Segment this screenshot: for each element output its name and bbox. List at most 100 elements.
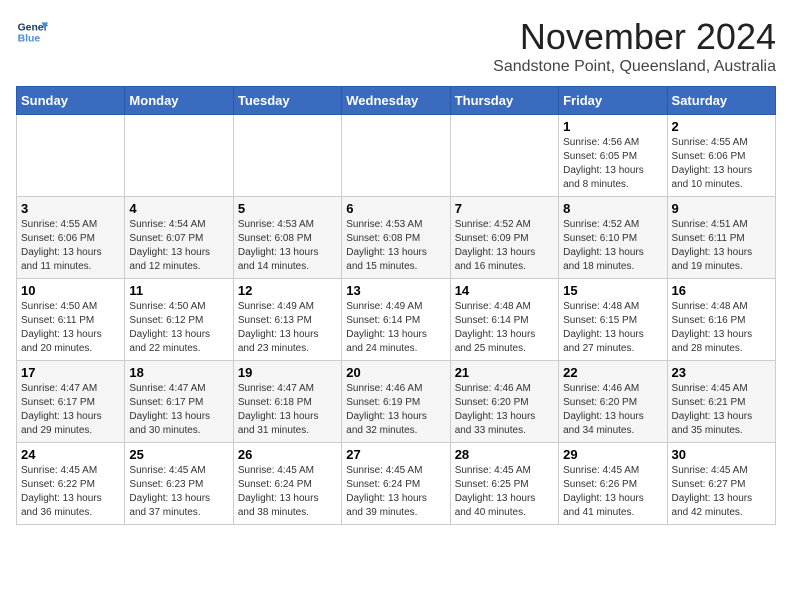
day-number: 30 <box>672 447 771 462</box>
day-info: Sunrise: 4:46 AM Sunset: 6:19 PM Dayligh… <box>346 382 445 438</box>
day-info: Sunrise: 4:49 AM Sunset: 6:13 PM Dayligh… <box>238 300 337 356</box>
calendar-cell <box>342 115 450 197</box>
day-number: 5 <box>238 201 337 216</box>
day-number: 1 <box>563 119 662 134</box>
day-number: 15 <box>563 283 662 298</box>
logo-icon: General Blue <box>16 16 48 48</box>
calendar-cell: 4 Sunrise: 4:54 AM Sunset: 6:07 PM Daylig… <box>125 197 233 279</box>
calendar-cell <box>450 115 558 197</box>
day-info: Sunrise: 4:45 AM Sunset: 6:21 PM Dayligh… <box>672 382 771 438</box>
calendar-cell: 16Sunrise: 4:48 AM Sunset: 6:16 PM Dayli… <box>667 279 775 361</box>
day-info: Sunrise: 4:45 AM Sunset: 6:24 PM Dayligh… <box>238 464 337 520</box>
day-info: Sunrise: 4:56 AM Sunset: 6:05 PM Dayligh… <box>563 136 662 192</box>
calendar-cell: 15Sunrise: 4:48 AM Sunset: 6:15 PM Dayli… <box>559 279 667 361</box>
day-info: Sunrise: 4:51 AM Sunset: 6:11 PM Dayligh… <box>672 218 771 274</box>
day-info: Sunrise: 4:50 AM Sunset: 6:12 PM Dayligh… <box>129 300 228 356</box>
calendar-cell: 14 Sunrise: 4:48 AM Sunset: 6:14 PM Dayli… <box>450 279 558 361</box>
weekday-header-friday: Friday <box>559 87 667 115</box>
day-number: 12 <box>238 283 337 298</box>
calendar-cell: 3 Sunrise: 4:55 AM Sunset: 6:06 PM Daylig… <box>17 197 125 279</box>
day-number: 9 <box>672 201 771 216</box>
calendar-cell: 19Sunrise: 4:47 AM Sunset: 6:18 PM Dayli… <box>233 361 341 443</box>
calendar-cell: 25 Sunrise: 4:45 AM Sunset: 6:23 PM Dayli… <box>125 443 233 525</box>
calendar-cell: 24Sunrise: 4:45 AM Sunset: 6:22 PM Dayli… <box>17 443 125 525</box>
day-number: 11 <box>129 283 228 298</box>
calendar-cell: 10 Sunrise: 4:50 AM Sunset: 6:11 PM Dayli… <box>17 279 125 361</box>
calendar-cell: 5Sunrise: 4:53 AM Sunset: 6:08 PM Daylig… <box>233 197 341 279</box>
day-info: Sunrise: 4:52 AM Sunset: 6:09 PM Dayligh… <box>455 218 554 274</box>
day-info: Sunrise: 4:47 AM Sunset: 6:18 PM Dayligh… <box>238 382 337 438</box>
day-number: 20 <box>346 365 445 380</box>
weekday-header-thursday: Thursday <box>450 87 558 115</box>
weekday-header-wednesday: Wednesday <box>342 87 450 115</box>
day-number: 21 <box>455 365 554 380</box>
day-number: 22 <box>563 365 662 380</box>
day-number: 10 <box>21 283 120 298</box>
calendar-cell: 23 Sunrise: 4:45 AM Sunset: 6:21 PM Dayli… <box>667 361 775 443</box>
calendar-cell: 30 Sunrise: 4:45 AM Sunset: 6:27 PM Dayli… <box>667 443 775 525</box>
day-info: Sunrise: 4:55 AM Sunset: 6:06 PM Dayligh… <box>672 136 771 192</box>
calendar-cell: 18 Sunrise: 4:47 AM Sunset: 6:17 PM Dayli… <box>125 361 233 443</box>
calendar-cell: 26Sunrise: 4:45 AM Sunset: 6:24 PM Dayli… <box>233 443 341 525</box>
weekday-header-monday: Monday <box>125 87 233 115</box>
calendar-cell: 11 Sunrise: 4:50 AM Sunset: 6:12 PM Dayli… <box>125 279 233 361</box>
calendar-cell: 8 Sunrise: 4:52 AM Sunset: 6:10 PM Daylig… <box>559 197 667 279</box>
day-info: Sunrise: 4:50 AM Sunset: 6:11 PM Dayligh… <box>21 300 120 356</box>
calendar-cell: 17 Sunrise: 4:47 AM Sunset: 6:17 PM Dayli… <box>17 361 125 443</box>
calendar-week-2: 3 Sunrise: 4:55 AM Sunset: 6:06 PM Daylig… <box>17 197 776 279</box>
calendar-cell: 13 Sunrise: 4:49 AM Sunset: 6:14 PM Dayli… <box>342 279 450 361</box>
calendar-cell: 7 Sunrise: 4:52 AM Sunset: 6:09 PM Daylig… <box>450 197 558 279</box>
day-info: Sunrise: 4:46 AM Sunset: 6:20 PM Dayligh… <box>455 382 554 438</box>
header: General Blue November 2024 Sandstone Poi… <box>16 16 776 76</box>
calendar-cell: 21 Sunrise: 4:46 AM Sunset: 6:20 PM Dayli… <box>450 361 558 443</box>
calendar-cell <box>17 115 125 197</box>
day-number: 27 <box>346 447 445 462</box>
calendar-cell: 27Sunrise: 4:45 AM Sunset: 6:24 PM Dayli… <box>342 443 450 525</box>
calendar-cell: 28 Sunrise: 4:45 AM Sunset: 6:25 PM Dayli… <box>450 443 558 525</box>
day-number: 14 <box>455 283 554 298</box>
day-info: Sunrise: 4:48 AM Sunset: 6:14 PM Dayligh… <box>455 300 554 356</box>
day-number: 25 <box>129 447 228 462</box>
day-info: Sunrise: 4:46 AM Sunset: 6:20 PM Dayligh… <box>563 382 662 438</box>
calendar-cell: 2 Sunrise: 4:55 AM Sunset: 6:06 PM Daylig… <box>667 115 775 197</box>
day-number: 7 <box>455 201 554 216</box>
day-info: Sunrise: 4:47 AM Sunset: 6:17 PM Dayligh… <box>129 382 228 438</box>
day-number: 28 <box>455 447 554 462</box>
day-info: Sunrise: 4:55 AM Sunset: 6:06 PM Dayligh… <box>21 218 120 274</box>
day-number: 4 <box>129 201 228 216</box>
calendar-cell: 29Sunrise: 4:45 AM Sunset: 6:26 PM Dayli… <box>559 443 667 525</box>
logo: General Blue <box>16 16 48 48</box>
day-info: Sunrise: 4:54 AM Sunset: 6:07 PM Dayligh… <box>129 218 228 274</box>
calendar-cell <box>233 115 341 197</box>
calendar-week-3: 10 Sunrise: 4:50 AM Sunset: 6:11 PM Dayli… <box>17 279 776 361</box>
day-info: Sunrise: 4:52 AM Sunset: 6:10 PM Dayligh… <box>563 218 662 274</box>
day-info: Sunrise: 4:45 AM Sunset: 6:23 PM Dayligh… <box>129 464 228 520</box>
day-info: Sunrise: 4:47 AM Sunset: 6:17 PM Dayligh… <box>21 382 120 438</box>
day-number: 8 <box>563 201 662 216</box>
calendar-cell: 12 Sunrise: 4:49 AM Sunset: 6:13 PM Dayli… <box>233 279 341 361</box>
day-number: 24 <box>21 447 120 462</box>
day-number: 2 <box>672 119 771 134</box>
weekday-header-saturday: Saturday <box>667 87 775 115</box>
day-info: Sunrise: 4:49 AM Sunset: 6:14 PM Dayligh… <box>346 300 445 356</box>
day-number: 18 <box>129 365 228 380</box>
calendar-cell: 22 Sunrise: 4:46 AM Sunset: 6:20 PM Dayli… <box>559 361 667 443</box>
calendar-cell: 6Sunrise: 4:53 AM Sunset: 6:08 PM Daylig… <box>342 197 450 279</box>
title-section: November 2024 Sandstone Point, Queenslan… <box>493 16 776 76</box>
location-title: Sandstone Point, Queensland, Australia <box>493 58 776 76</box>
calendar-week-1: 1 Sunrise: 4:56 AM Sunset: 6:05 PM Daylig… <box>17 115 776 197</box>
day-number: 6 <box>346 201 445 216</box>
calendar-cell: 20 Sunrise: 4:46 AM Sunset: 6:19 PM Dayli… <box>342 361 450 443</box>
calendar-table: SundayMondayTuesdayWednesdayThursdayFrid… <box>16 86 776 525</box>
calendar-cell: 1 Sunrise: 4:56 AM Sunset: 6:05 PM Daylig… <box>559 115 667 197</box>
calendar-week-4: 17 Sunrise: 4:47 AM Sunset: 6:17 PM Dayli… <box>17 361 776 443</box>
day-number: 3 <box>21 201 120 216</box>
day-number: 23 <box>672 365 771 380</box>
day-info: Sunrise: 4:45 AM Sunset: 6:25 PM Dayligh… <box>455 464 554 520</box>
day-info: Sunrise: 4:45 AM Sunset: 6:26 PM Dayligh… <box>563 464 662 520</box>
calendar-cell <box>125 115 233 197</box>
day-info: Sunrise: 4:45 AM Sunset: 6:27 PM Dayligh… <box>672 464 771 520</box>
day-number: 13 <box>346 283 445 298</box>
day-number: 17 <box>21 365 120 380</box>
day-info: Sunrise: 4:48 AM Sunset: 6:16 PM Dayligh… <box>672 300 771 356</box>
